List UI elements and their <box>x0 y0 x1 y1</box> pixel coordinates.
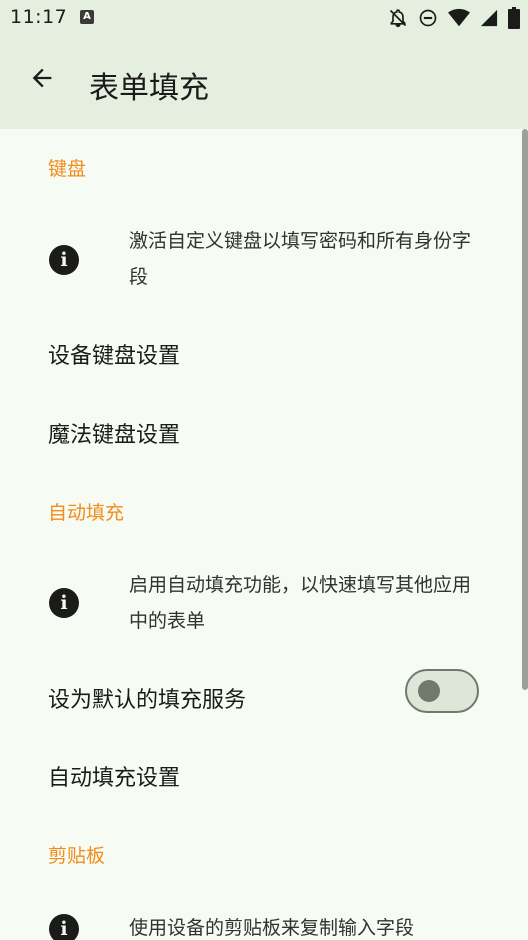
clipboard-info-text: 使用设备的剪贴板来复制输入字段 <box>129 917 415 939</box>
item-label: 设备键盘设置 <box>48 344 181 369</box>
autofill-settings-item[interactable]: 自动填充设置 <box>0 741 528 811</box>
item-label: 自动填充设置 <box>48 766 181 791</box>
page-title: 表单填充 <box>89 71 209 106</box>
back-button[interactable] <box>22 60 62 100</box>
status-time: 11:17 <box>10 6 68 28</box>
app-notification-icon: A <box>80 10 94 24</box>
item-label: 魔法键盘设置 <box>48 423 181 448</box>
info-icon: i <box>49 588 79 618</box>
battery-icon <box>508 7 520 29</box>
do-not-disturb-icon <box>418 8 438 28</box>
default-fill-service-item[interactable]: 设为默认的填充服务 <box>0 662 528 734</box>
device-keyboard-settings-item[interactable]: 设备键盘设置 <box>0 319 528 389</box>
keyboard-info-text: 激活自定义键盘以填写密码和所有身份字段 <box>129 230 472 288</box>
section-header-autofill: 自动填充 <box>48 502 125 524</box>
arrow-back-icon <box>28 64 56 96</box>
status-bar: 11:17 A <box>0 0 528 36</box>
section-header-keyboard: 键盘 <box>48 158 87 180</box>
autofill-info-text: 启用自动填充功能，以快速填写其他应用中的表单 <box>129 574 472 632</box>
default-fill-service-toggle[interactable] <box>405 669 479 713</box>
toggle-thumb <box>418 680 440 702</box>
cell-signal-icon <box>480 8 498 28</box>
section-header-clipboard: 剪贴板 <box>48 845 106 867</box>
scrollbar[interactable] <box>522 129 528 690</box>
info-icon: i <box>49 914 79 940</box>
settings-list[interactable]: 键盘 i 激活自定义键盘以填写密码和所有身份字段 设备键盘设置 魔法键盘设置 自… <box>0 129 528 940</box>
item-label: 设为默认的填充服务 <box>48 688 247 713</box>
info-icon: i <box>49 245 79 275</box>
app-bar: 表单填充 <box>0 36 528 129</box>
magic-keyboard-settings-item[interactable]: 魔法键盘设置 <box>0 398 528 468</box>
notifications-off-icon <box>388 8 408 28</box>
wifi-icon <box>448 8 470 28</box>
